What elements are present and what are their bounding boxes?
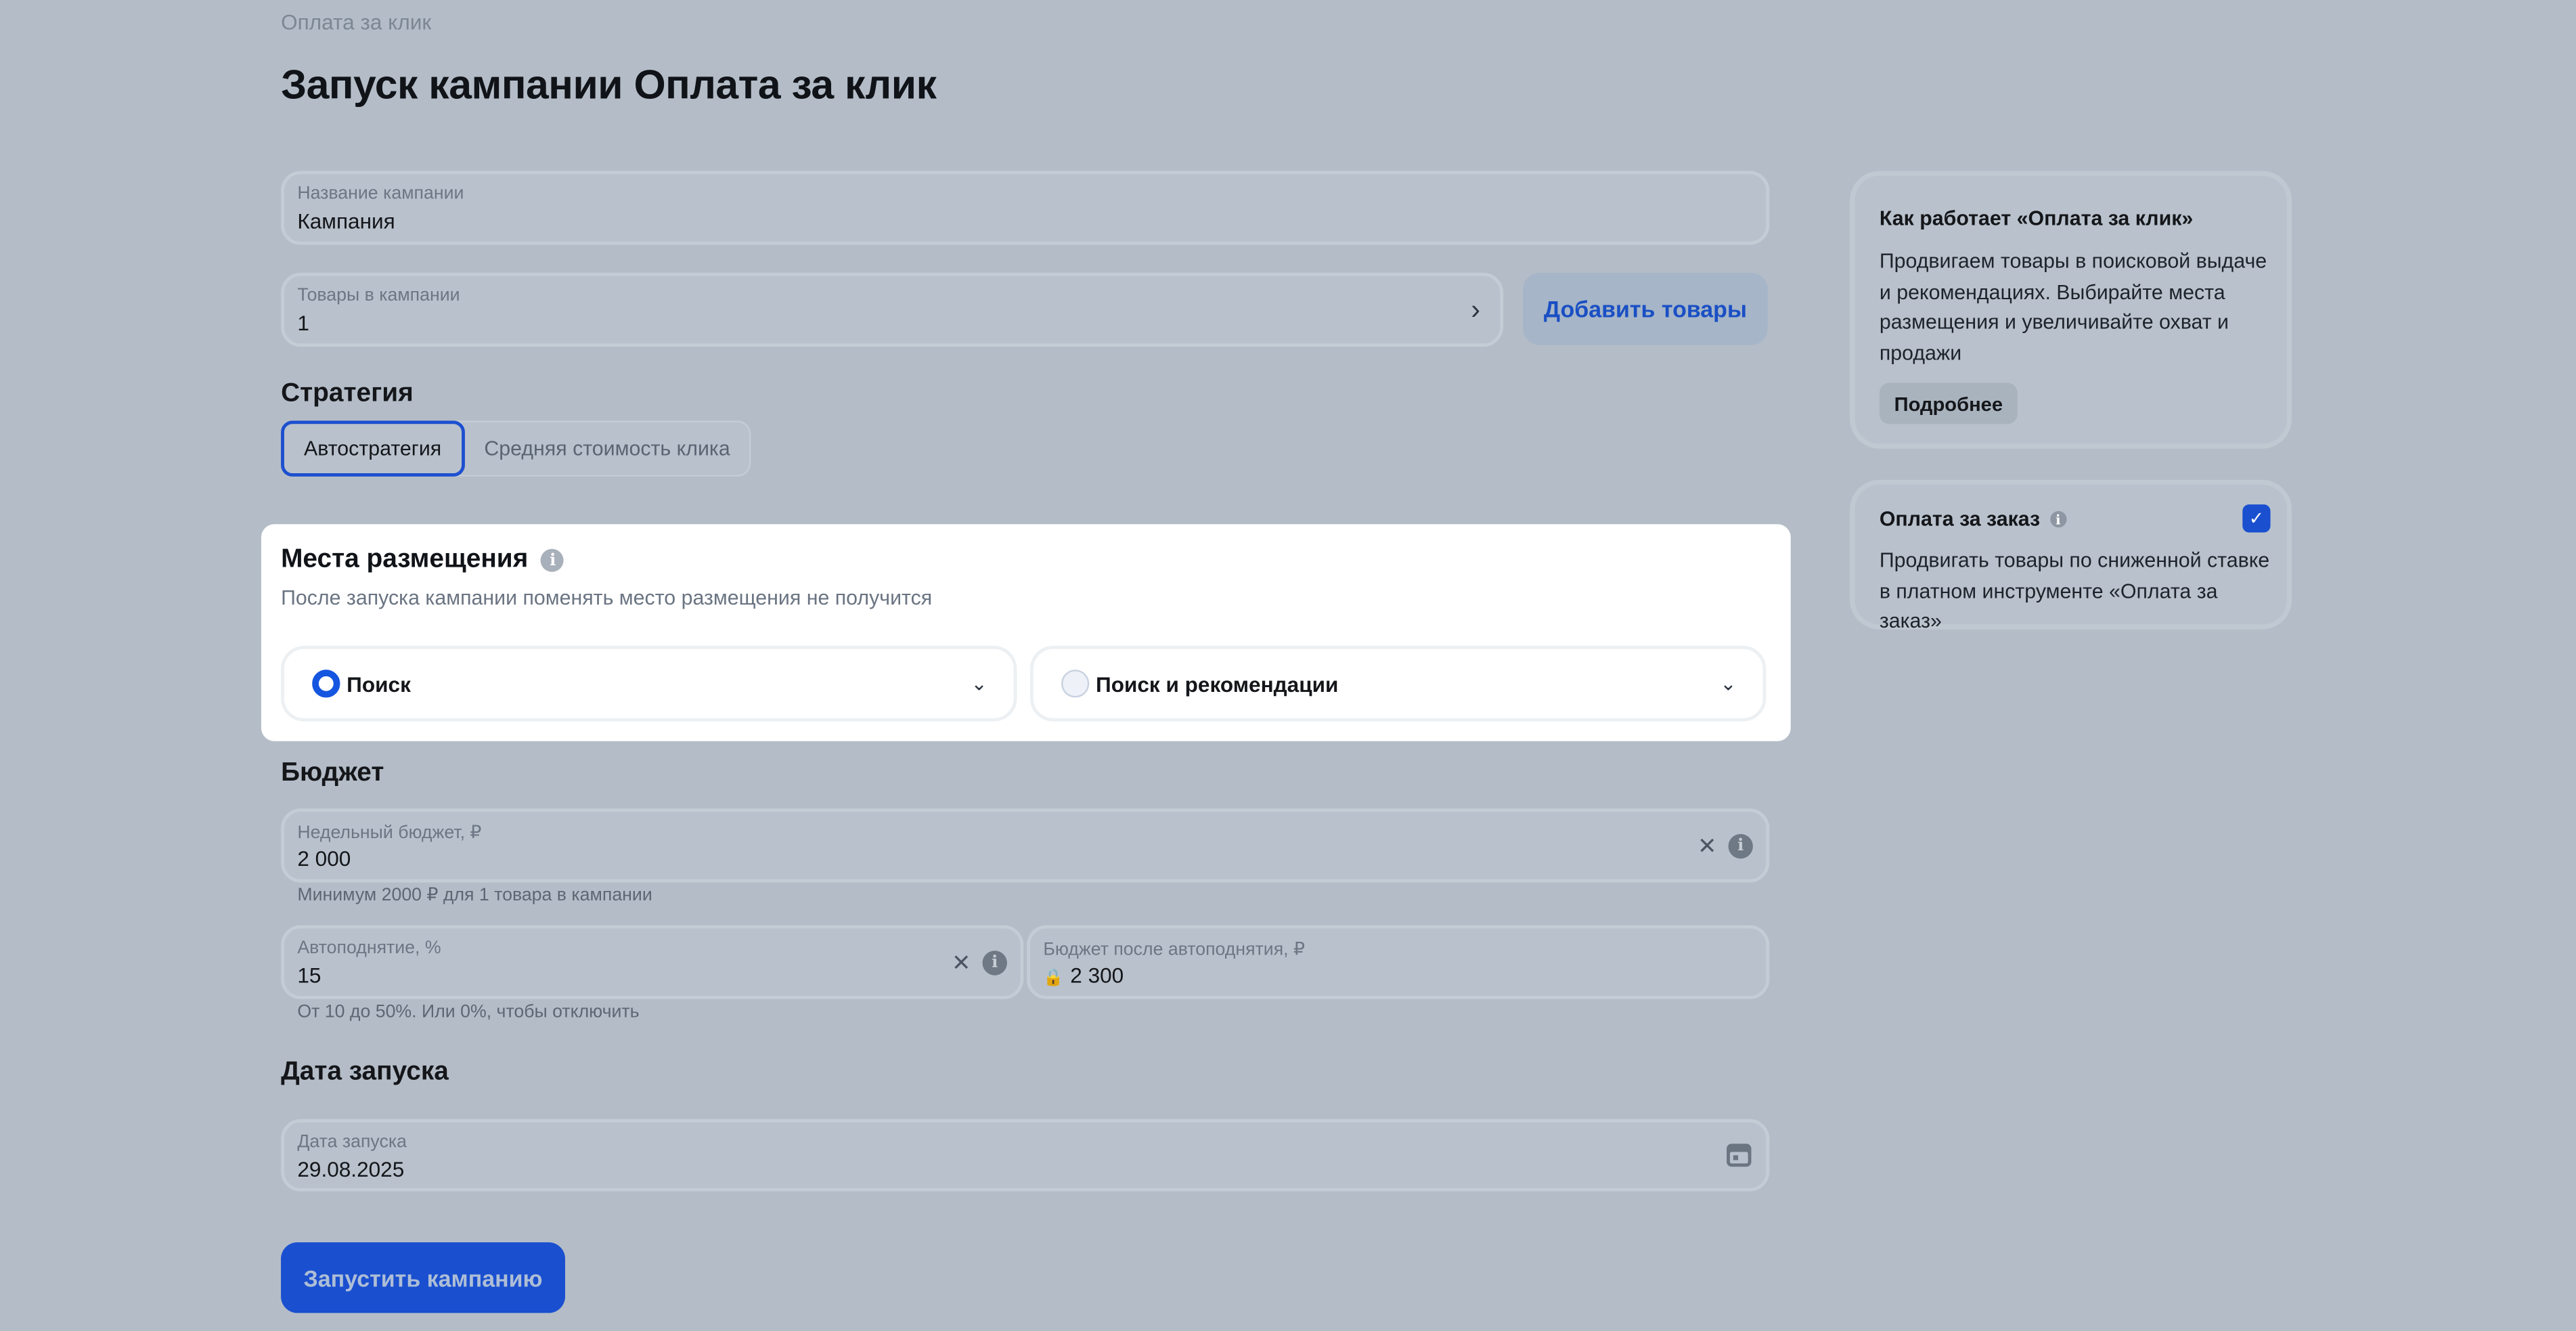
strategy-title: Стратегия xyxy=(281,379,414,408)
chevron-down-icon[interactable]: ⌄ xyxy=(971,672,987,695)
page-title: Запуск кампании Оплата за клик xyxy=(281,62,937,109)
placement-option-label: Поиск xyxy=(347,671,411,696)
info-icon[interactable]: i xyxy=(1728,833,1753,858)
placement-option-search[interactable]: Поиск ⌄ xyxy=(281,645,1017,722)
radio-selected-icon[interactable] xyxy=(312,670,340,698)
weekly-budget-field[interactable]: Недельный бюджет, ₽ 2 000 ✕ i xyxy=(281,808,1770,883)
placements-card: Места размещения i После запуска кампани… xyxy=(261,524,1791,741)
autoraise-hint: От 10 до 50%. Или 0%, чтобы отключить xyxy=(297,1002,640,1022)
budget-after-label: Бюджет после автоподнятия, ₽ xyxy=(1043,940,1306,960)
budget-after-value: 2 300 xyxy=(1070,963,1124,988)
campaign-name-value[interactable]: Кампания xyxy=(297,209,395,233)
goods-field[interactable]: Товары в кампании 1 › xyxy=(281,272,1503,347)
weekly-budget-label: Недельный бюджет, ₽ xyxy=(297,823,482,844)
more-button[interactable]: Подробнее xyxy=(1879,383,2018,424)
info-icon[interactable]: i xyxy=(982,949,1007,975)
budget-title: Бюджет xyxy=(281,759,384,787)
radio-unselected-icon[interactable] xyxy=(1061,670,1090,698)
launch-date-label: Дата запуска xyxy=(297,1132,407,1152)
weekly-budget-value[interactable]: 2 000 xyxy=(297,846,351,871)
autoraise-value[interactable]: 15 xyxy=(297,963,321,987)
weekly-budget-hint: Минимум 2000 ₽ для 1 товара в кампании xyxy=(297,886,652,906)
chevron-right-icon[interactable]: › xyxy=(1471,293,1480,326)
goods-value: 1 xyxy=(297,310,309,336)
order-payment-card: Оплата за заказ i ✓ Продвигать товары по… xyxy=(1850,479,2292,633)
clear-icon[interactable]: ✕ xyxy=(952,948,971,976)
order-payment-title: Оплата за заказ xyxy=(1879,508,2041,531)
strategy-switch: Автостратегия Средняя стоимость клика xyxy=(281,420,752,477)
budget-after-value-row: 🔒 2 300 xyxy=(1043,963,1124,987)
order-payment-text: Продвигать товары по сниженной ставке в … xyxy=(1879,548,2270,633)
placement-option-search-recommendations[interactable]: Поиск и рекомендации ⌄ xyxy=(1029,645,1767,722)
placement-option-label: Поиск и рекомендации xyxy=(1096,671,1339,696)
budget-after-autoraise-field: Бюджет после автоподнятия, ₽ 🔒 2 300 xyxy=(1027,925,1770,999)
clear-icon[interactable]: ✕ xyxy=(1697,831,1716,859)
placements-title: Места размещения xyxy=(281,545,529,574)
check-icon: ✓ xyxy=(2248,509,2265,529)
strategy-option-auto[interactable]: Автостратегия xyxy=(281,420,465,477)
chevron-down-icon[interactable]: ⌄ xyxy=(1720,672,1736,695)
info-icon[interactable]: i xyxy=(2049,510,2066,528)
strategy-option-avg-click[interactable]: Средняя стоимость клика xyxy=(464,422,750,475)
launch-date-title: Дата запуска xyxy=(281,1058,449,1087)
lock-icon: 🔒 xyxy=(1043,969,1064,988)
info-card-text: Продвигаем товары в поисковой выдаче и р… xyxy=(1879,249,2267,364)
placements-title-row: Места размещения i xyxy=(281,546,564,575)
order-payment-checkbox[interactable]: ✓ xyxy=(2242,504,2271,533)
launch-date-field[interactable]: Дата запуска 29.08.2025 xyxy=(281,1118,1770,1192)
goods-label: Товары в кампании xyxy=(297,286,460,306)
info-icon[interactable]: i xyxy=(541,548,564,572)
order-payment-title-row: Оплата за заказ i xyxy=(1880,508,2066,531)
placements-subtitle: После запуска кампании поменять место ра… xyxy=(281,586,933,610)
add-goods-button[interactable]: Добавить товары xyxy=(1523,272,1768,345)
page-root: Оплата за клик Запуск кампании Оплата за… xyxy=(0,0,2576,1331)
launch-campaign-button[interactable]: Запустить кампанию xyxy=(281,1242,565,1313)
campaign-name-field[interactable]: Название кампании Кампания xyxy=(281,171,1770,245)
info-card-title: Как работает «Оплата за клик» xyxy=(1879,206,2194,230)
breadcrumb[interactable]: Оплата за клик xyxy=(281,10,431,35)
autoraise-label: Автоподнятие, % xyxy=(297,938,441,959)
campaign-name-label: Название кампании xyxy=(297,183,464,204)
launch-date-value[interactable]: 29.08.2025 xyxy=(297,1157,404,1181)
info-card: Как работает «Оплата за клик» Продвигаем… xyxy=(1850,171,2292,449)
calendar-icon[interactable] xyxy=(1727,1143,1752,1167)
autoraise-field[interactable]: Автоподнятие, % 15 ✕ i xyxy=(281,925,1024,999)
